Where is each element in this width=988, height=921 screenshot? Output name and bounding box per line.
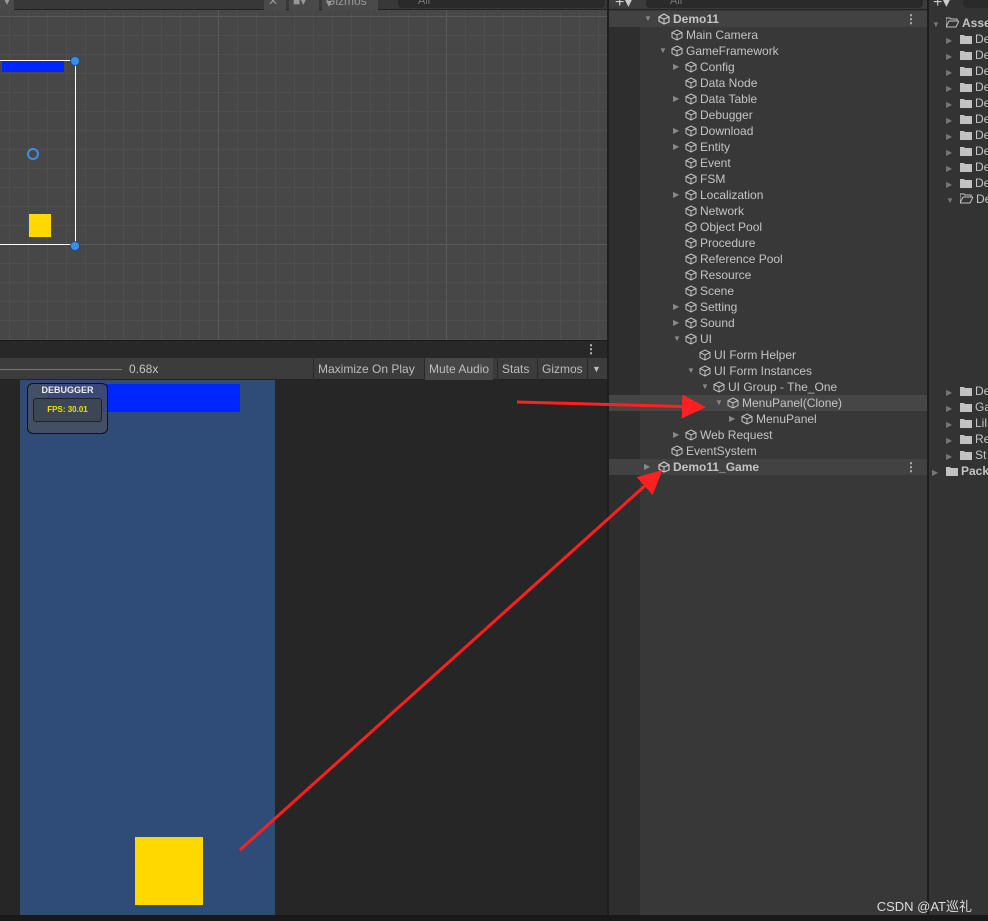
watermark: CSDN @AT巡礼: [876, 899, 972, 914]
arrow-to-demo11-game: [238, 469, 663, 852]
arrow-to-menupanel: [516, 394, 706, 419]
annotation-arrows: [238, 394, 706, 852]
bottom-border: [0, 915, 988, 921]
